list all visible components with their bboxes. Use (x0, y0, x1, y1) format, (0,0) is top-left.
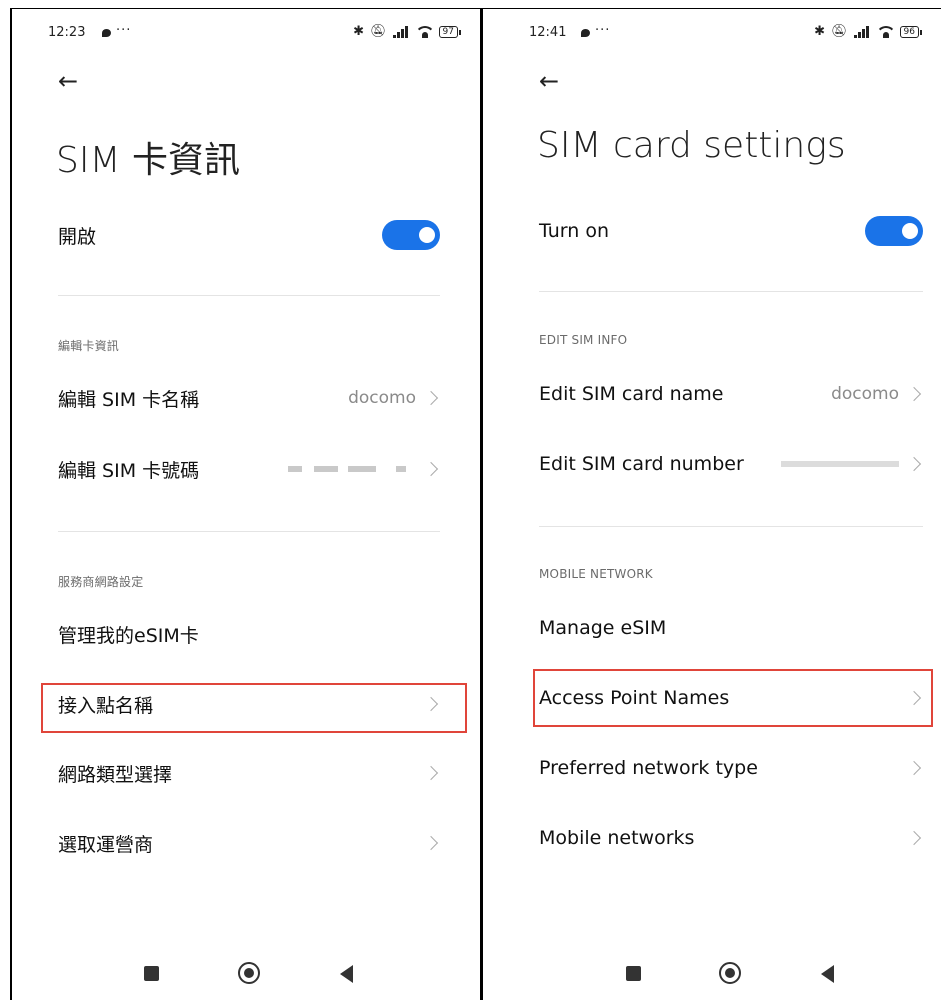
edit-sim-name-label: 編輯 SIM 卡名稱 (58, 388, 200, 411)
mobile-networks-label: Mobile networks (539, 827, 695, 849)
blurred-phone-number (781, 459, 899, 469)
network-type-label: 網路類型選擇 (58, 763, 173, 786)
sim-name-value: docomo (831, 384, 899, 404)
page-title: SIM 卡資訊 (56, 140, 240, 181)
section-header-network: MOBILE NETWORK (539, 567, 653, 581)
chevron-right-icon (906, 456, 922, 472)
status-bar: 12:41 ··· ✱ 🔕︎ 96 (519, 23, 923, 45)
network-type-label: Preferred network type (539, 757, 758, 779)
edit-sim-name-row[interactable]: Edit SIM card name docomo (539, 377, 923, 411)
section-header-network: 服務商網路設定 (58, 575, 144, 589)
back-arrow-icon[interactable]: ← (58, 67, 78, 95)
sim-toggle-switch[interactable] (382, 220, 440, 250)
divider (58, 531, 440, 532)
wifi-icon (877, 25, 894, 38)
edit-sim-number-label: Edit SIM card number (539, 453, 744, 475)
mobile-networks-row[interactable]: Mobile networks (539, 821, 923, 855)
highlight-box (533, 669, 933, 727)
sim-toggle-row[interactable]: Turn on (539, 213, 923, 249)
chevron-right-icon (906, 760, 922, 776)
more-notifications-icon: ··· (116, 23, 132, 38)
divider (539, 291, 923, 292)
back-button-icon[interactable] (821, 965, 834, 983)
battery-icon: 97 (438, 25, 462, 38)
section-header-edit-sim: EDIT SIM INFO (539, 333, 628, 347)
home-button-icon[interactable] (719, 962, 741, 984)
message-icon (102, 29, 111, 37)
network-type-row[interactable]: 網路類型選擇 (58, 756, 440, 790)
right-screenshot: 12:41 ··· ✱ 🔕︎ 96 ← SIM card settings Tu… (481, 8, 941, 1000)
manage-esim-label: Manage eSIM (539, 617, 667, 639)
sim-name-value: docomo (348, 388, 416, 408)
page-title: SIM card settings (537, 125, 846, 166)
chevron-right-icon (906, 386, 922, 402)
status-bar: 12:23 ··· ✱ 🔕︎ 97 (48, 23, 462, 45)
bluetooth-icon: ✱ (353, 24, 365, 39)
edit-sim-number-label: 編輯 SIM 卡號碼 (58, 459, 200, 482)
left-screenshot: 12:23 ··· ✱ 🔕︎ 97 ← SIM 卡資訊 開啟 編輯卡資訊 編輯 … (10, 8, 482, 1000)
edit-sim-name-label: Edit SIM card name (539, 383, 724, 405)
chevron-right-icon (423, 461, 439, 477)
more-notifications-icon: ··· (595, 23, 611, 38)
bluetooth-icon: ✱ (814, 24, 826, 39)
edit-sim-number-row[interactable]: 編輯 SIM 卡號碼 (58, 452, 440, 486)
edit-sim-name-row[interactable]: 編輯 SIM 卡名稱 docomo (58, 381, 440, 415)
back-arrow-icon[interactable]: ← (539, 67, 559, 95)
divider (58, 295, 440, 296)
navigation-bar (12, 958, 480, 988)
recents-button-icon[interactable] (144, 966, 159, 981)
toggle-label: Turn on (539, 220, 609, 242)
message-icon (581, 29, 590, 37)
sim-toggle-row[interactable]: 開啟 (58, 217, 440, 253)
vibrate-mute-icon: 🔕︎ (831, 24, 848, 39)
signal-icon (853, 25, 872, 38)
chevron-right-icon (423, 765, 439, 781)
network-type-row[interactable]: Preferred network type (539, 751, 923, 785)
back-button-icon[interactable] (340, 965, 353, 983)
signal-icon (392, 25, 411, 38)
manage-esim-row[interactable]: 管理我的eSIM卡 (58, 617, 440, 651)
operator-row[interactable]: 選取運營商 (58, 826, 440, 860)
recents-button-icon[interactable] (626, 966, 641, 981)
home-button-icon[interactable] (238, 962, 260, 984)
vibrate-mute-icon: 🔕︎ (370, 24, 387, 39)
operator-label: 選取運營商 (58, 833, 154, 856)
edit-sim-number-row[interactable]: Edit SIM card number (539, 447, 923, 481)
status-time: 12:23 (48, 25, 86, 40)
navigation-bar (483, 958, 941, 988)
sim-toggle-switch[interactable] (865, 216, 923, 246)
chevron-right-icon (906, 830, 922, 846)
chevron-right-icon (423, 390, 439, 406)
manage-esim-label: 管理我的eSIM卡 (58, 624, 199, 647)
wifi-icon (416, 25, 433, 38)
manage-esim-row[interactable]: Manage eSIM (539, 611, 923, 645)
status-time: 12:41 (529, 25, 567, 40)
toggle-label: 開啟 (58, 225, 97, 248)
battery-icon: 96 (899, 25, 923, 38)
blurred-phone-number (288, 464, 416, 474)
chevron-right-icon (423, 835, 439, 851)
divider (539, 526, 923, 527)
section-header-edit-sim: 編輯卡資訊 (58, 339, 120, 353)
highlight-box (41, 683, 467, 733)
